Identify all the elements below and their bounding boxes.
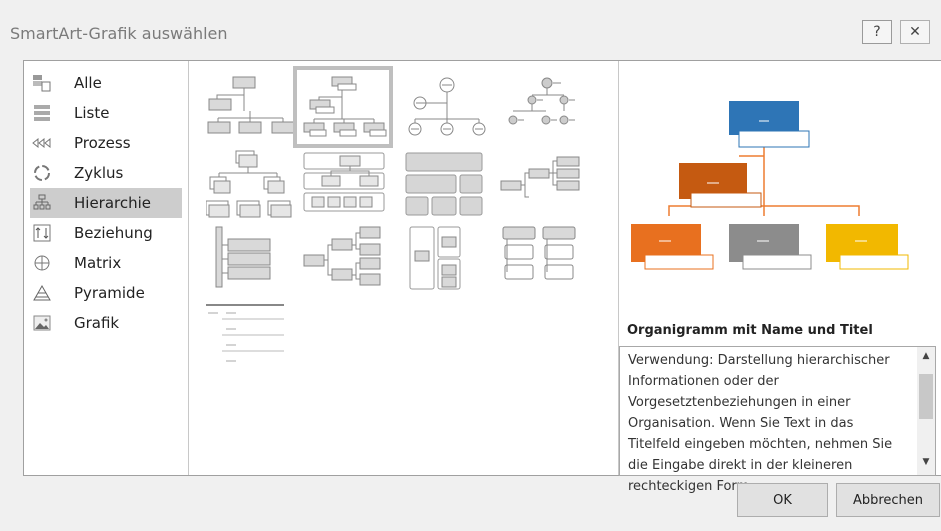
layout-organization-chart[interactable] (206, 73, 296, 145)
title-bar: SmartArt-Grafik auswählen ? ✕ (0, 0, 941, 60)
preview-image (631, 101, 909, 270)
layout-half-circle-org-chart[interactable] (402, 73, 492, 145)
layout-horizontal-hierarchy[interactable] (499, 149, 589, 221)
preview-title: Organigramm mit Name und Titel (627, 323, 873, 338)
category-label: Prozess (74, 134, 131, 152)
close-icon: ✕ (909, 24, 921, 40)
picture-icon (32, 313, 52, 333)
scroll-down-icon[interactable]: ▼ (917, 457, 935, 471)
category-item-list[interactable]: Liste (30, 98, 182, 128)
category-label: Pyramide (74, 284, 145, 302)
ok-button[interactable]: OK (737, 483, 828, 517)
layout-vertical-hierarchy[interactable] (402, 225, 492, 297)
layout-table-hierarchy[interactable] (402, 149, 492, 221)
layout-hierarchy-list[interactable] (206, 225, 296, 297)
category-label: Zyklus (74, 164, 124, 182)
hierarchy-icon (32, 193, 52, 213)
category-label: Hierarchie (74, 194, 152, 212)
category-label: Beziehung (74, 224, 153, 242)
description-scrollbar[interactable]: ▲ ▼ (917, 347, 935, 475)
category-item-matrix[interactable]: Matrix (30, 248, 182, 278)
category-item-hierarchy[interactable]: Hierarchie (30, 188, 182, 218)
category-item-relationship[interactable]: Beziehung (30, 218, 182, 248)
preview-panel: Organigramm mit Name und Titel Verwendun… (619, 61, 941, 494)
category-item-all[interactable]: Alle (30, 68, 182, 98)
category-item-pyramid[interactable]: Pyramide (30, 278, 182, 308)
layout-circle-picture-hierarchy[interactable] (499, 73, 589, 145)
list-icon (32, 103, 52, 123)
matrix-icon (32, 253, 52, 273)
layout-horizontal-org-chart[interactable] (302, 225, 392, 297)
category-label: Grafik (74, 314, 120, 332)
description-text: Verwendung: Darstellung hierarchischer I… (628, 353, 893, 494)
category-item-picture[interactable]: Grafik (30, 308, 182, 338)
layout-hierarchy-stacked[interactable] (206, 149, 296, 221)
category-list: Alle Liste Prozess Zyklus Hierarchie Bez… (24, 61, 189, 475)
category-label: Matrix (74, 254, 122, 272)
layout-lined-list-hierarchy[interactable] (499, 225, 589, 297)
cycle-icon (32, 163, 52, 183)
relationship-icon (32, 223, 52, 243)
help-icon: ? (873, 24, 881, 40)
category-label: Liste (74, 104, 110, 122)
dialog-content: Alle Liste Prozess Zyklus Hierarchie Bez… (23, 60, 941, 494)
layout-name-and-title-org-chart[interactable] (293, 66, 393, 148)
layout-table-list[interactable] (206, 301, 296, 373)
category-label: Alle (74, 74, 102, 92)
cancel-button[interactable]: Abbrechen (836, 483, 940, 517)
pyramid-icon (32, 283, 52, 303)
scroll-thumb[interactable] (919, 374, 933, 419)
description-box[interactable]: Verwendung: Darstellung hierarchischer I… (619, 346, 936, 494)
layout-gallery (189, 61, 619, 475)
process-icon (32, 133, 52, 153)
smartart-dialog: SmartArt-Grafik auswählen ? ✕ Alle Liste… (0, 0, 941, 531)
help-button[interactable]: ? (862, 20, 892, 44)
dialog-title: SmartArt-Grafik auswählen (10, 24, 228, 43)
layout-labeled-hierarchy[interactable] (302, 149, 392, 221)
category-item-cycle[interactable]: Zyklus (30, 158, 182, 188)
category-item-process[interactable]: Prozess (30, 128, 182, 158)
close-button[interactable]: ✕ (900, 20, 930, 44)
all-icon (32, 73, 52, 93)
scroll-up-icon[interactable]: ▲ (917, 351, 935, 365)
